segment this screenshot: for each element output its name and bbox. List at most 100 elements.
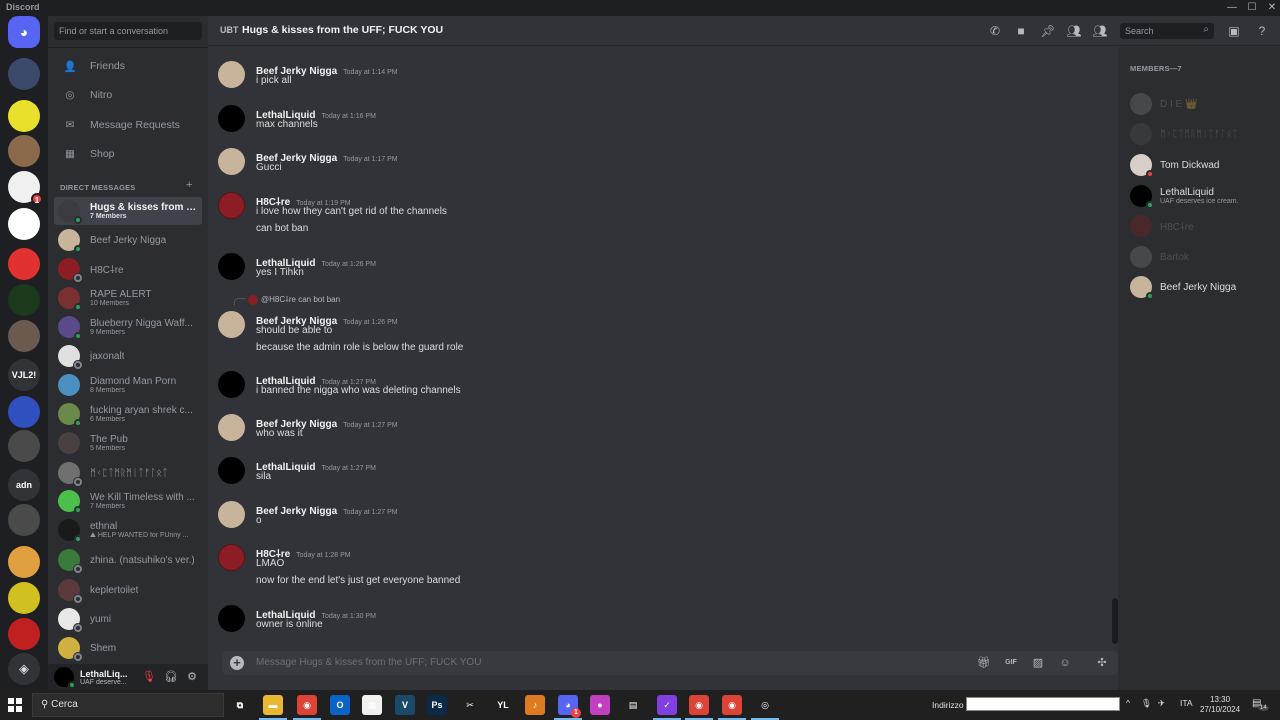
member-item[interactable]: Bartok bbox=[1130, 244, 1275, 270]
server-icon[interactable]: 1 bbox=[8, 171, 43, 205]
dm-item[interactable]: H8C⸸re bbox=[54, 255, 202, 283]
gift-icon[interactable]: 🎁︎ bbox=[977, 656, 991, 670]
video-call-icon[interactable]: ■ bbox=[1013, 23, 1029, 39]
fl-studio-icon[interactable]: ♪ bbox=[525, 695, 545, 715]
discord-icon[interactable]: ◕ 1 bbox=[554, 695, 582, 720]
tray-chevron-icon[interactable]: ^ bbox=[1126, 698, 1130, 708]
member-item[interactable]: LethalLiquid UAF deserves ice cream. bbox=[1130, 183, 1275, 209]
reply-preview[interactable]: @H8C⸸re can bot ban bbox=[234, 294, 340, 306]
message-avatar[interactable] bbox=[218, 105, 245, 132]
server-icon[interactable] bbox=[8, 58, 40, 90]
discord-home-button[interactable]: ◕ bbox=[8, 16, 40, 48]
dm-item[interactable]: Beef Jerky Nigga bbox=[54, 226, 202, 254]
sticker-icon[interactable]: ▨ bbox=[1031, 656, 1045, 670]
dm-item[interactable]: We Kill Timeless with ... 7 Members bbox=[54, 487, 202, 515]
emoji-icon[interactable]: ☺ bbox=[1058, 656, 1072, 670]
dm-item[interactable]: Diamond Man Porn 8 Members bbox=[54, 371, 202, 399]
headphones-icon[interactable]: 🎧︎ bbox=[164, 670, 178, 684]
dm-item[interactable]: Blueberry Nigga Waff... 9 Members bbox=[54, 313, 202, 341]
help-icon[interactable]: ? bbox=[1254, 23, 1270, 39]
maximize-button[interactable]: ☐ bbox=[1242, 0, 1262, 16]
app-5-icon[interactable]: ✓ bbox=[653, 695, 681, 720]
app-3-icon[interactable]: ● bbox=[590, 695, 610, 715]
message-avatar[interactable] bbox=[218, 457, 245, 484]
server-icon[interactable] bbox=[8, 618, 40, 650]
language-indicator[interactable]: ITA bbox=[1180, 698, 1193, 708]
server-icon[interactable] bbox=[8, 396, 40, 428]
nav-friends[interactable]: 👤 Friends bbox=[54, 53, 202, 79]
windows-start-icon[interactable] bbox=[8, 698, 22, 712]
nav-message-requests[interactable]: ✉ Message Requests bbox=[54, 112, 202, 138]
app-2-icon[interactable]: YL bbox=[493, 695, 513, 715]
member-list-icon[interactable]: 👥︎ bbox=[1092, 23, 1108, 39]
message-author[interactable]: Beef Jerky Nigga bbox=[256, 506, 337, 517]
dm-item[interactable]: jaxonalt bbox=[54, 342, 202, 370]
message-avatar[interactable] bbox=[218, 371, 245, 398]
server-icon[interactable] bbox=[8, 100, 40, 132]
outlook-icon[interactable]: O bbox=[330, 695, 350, 715]
dm-item[interactable]: yumi bbox=[54, 605, 202, 633]
server-icon[interactable]: VJL2! bbox=[8, 359, 40, 391]
dm-item[interactable]: keplertoilet bbox=[54, 576, 202, 604]
dm-item[interactable]: zhina. (natsuhiko's ver.) bbox=[54, 546, 202, 574]
member-item[interactable]: Tom Dickwad bbox=[1130, 152, 1275, 178]
server-icon[interactable] bbox=[8, 284, 40, 316]
message-avatar[interactable] bbox=[218, 148, 245, 175]
task-view-icon[interactable]: ⧉ bbox=[230, 695, 250, 715]
message-avatar[interactable] bbox=[218, 501, 245, 528]
dm-item[interactable]: RAPE ALERT 10 Members bbox=[54, 284, 202, 312]
server-icon[interactable]: adn bbox=[8, 469, 40, 501]
message-avatar[interactable] bbox=[218, 311, 245, 338]
chrome-icon[interactable]: ◉ bbox=[293, 695, 321, 720]
search-input[interactable]: Search ⌕ bbox=[1120, 23, 1214, 39]
dm-item[interactable]: fucking aryan shrek c... 6 Members bbox=[54, 400, 202, 428]
network-icon[interactable]: ✈ bbox=[1158, 698, 1165, 709]
close-button[interactable]: ✕ bbox=[1262, 0, 1280, 16]
address-input[interactable] bbox=[966, 697, 1120, 711]
app-4-icon[interactable]: ▤ bbox=[623, 695, 643, 715]
message-avatar[interactable] bbox=[218, 253, 245, 280]
chrome-profile-a-icon[interactable]: ◉ bbox=[718, 695, 746, 720]
server-icon[interactable] bbox=[8, 208, 40, 240]
message-avatar[interactable] bbox=[218, 544, 245, 571]
server-icon[interactable] bbox=[8, 546, 40, 578]
member-item[interactable]: D I E 👑 bbox=[1130, 91, 1275, 117]
member-item[interactable]: ᛗᚲᛈᛏᛗᚱᛗᛁᛏᚠᛚᛟᛏ bbox=[1130, 121, 1275, 147]
user-avatar[interactable] bbox=[54, 667, 76, 689]
message-avatar[interactable] bbox=[218, 605, 245, 632]
dm-item[interactable]: ᛗᚲᛈᛏᛗᚱᛗᛁᛏᚠᛚᛟᛏ bbox=[54, 459, 202, 487]
nav-shop[interactable]: ▦ Shop bbox=[54, 141, 202, 167]
app-launcher-icon[interactable]: ✣ bbox=[1095, 656, 1109, 670]
server-icon[interactable] bbox=[8, 582, 40, 614]
nav-nitro[interactable]: ◎ Nitro bbox=[54, 82, 202, 108]
gear-icon[interactable]: ⚙ bbox=[185, 670, 199, 684]
pin-icon[interactable]: 📌︎ bbox=[1040, 23, 1056, 39]
microphone-icon[interactable]: 🎙︎ bbox=[1141, 698, 1152, 709]
app-1-icon[interactable]: ✂ bbox=[460, 695, 480, 715]
message-composer[interactable]: + Message Hugs & kisses from the UFF; FU… bbox=[222, 651, 1118, 675]
dm-item[interactable]: The Pub 5 Members bbox=[54, 429, 202, 457]
inbox-icon[interactable]: ▣ bbox=[1226, 23, 1242, 39]
clock[interactable]: 13:30 27/10/2024 bbox=[1200, 695, 1240, 715]
dm-item[interactable]: Hugs & kisses from th... 7 Members bbox=[54, 197, 202, 225]
create-dm-button[interactable]: + bbox=[186, 179, 192, 191]
taskbar-search[interactable]: ⚲ Cerca bbox=[32, 693, 224, 717]
server-icon[interactable] bbox=[8, 248, 40, 280]
ms-store-icon[interactable]: ▦ bbox=[362, 695, 382, 715]
chrome-profile-l-icon[interactable]: ◉ bbox=[685, 695, 713, 720]
message-avatar[interactable] bbox=[218, 414, 245, 441]
message-avatar[interactable] bbox=[218, 192, 245, 219]
app-6-icon[interactable]: ◎ bbox=[751, 695, 779, 720]
gif-icon[interactable]: GIF bbox=[1004, 656, 1018, 670]
member-item[interactable]: Beef Jerky Nigga bbox=[1130, 274, 1275, 300]
upload-plus-icon[interactable]: + bbox=[230, 656, 244, 670]
add-friends-icon[interactable]: 👥︎ bbox=[1066, 23, 1082, 39]
dm-item[interactable]: Shem bbox=[54, 634, 202, 662]
member-item[interactable]: H8C⸸re bbox=[1130, 213, 1275, 239]
server-icon[interactable] bbox=[8, 135, 40, 167]
find-conversation-button[interactable]: Find or start a conversation bbox=[54, 22, 202, 40]
discover-button[interactable]: ◈ bbox=[8, 653, 40, 685]
photoshop-icon[interactable]: Ps bbox=[427, 695, 447, 715]
voice-call-icon[interactable]: ✆ bbox=[987, 23, 1003, 39]
message-avatar[interactable] bbox=[218, 61, 245, 88]
